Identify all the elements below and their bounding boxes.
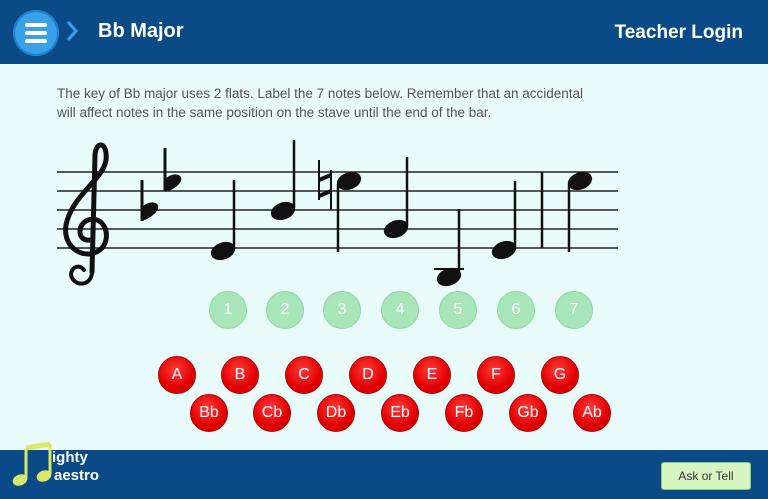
note-button-cb[interactable]: Cb [253,394,291,432]
note-button-db[interactable]: Db [317,394,355,432]
note-button-gb[interactable]: Gb [509,394,547,432]
mighty-maestro-logo: THE ighty aestro [12,441,99,486]
logo-text: aestro [54,467,99,484]
note-button-g[interactable]: G [541,356,579,394]
note-button-a[interactable]: A [158,356,196,394]
note-button-bb[interactable]: Bb [190,394,228,432]
answer-slot-1[interactable]: 1 [209,291,247,329]
note-button-c[interactable]: C [285,356,323,394]
logo-small-text: THE [28,456,40,462]
note-button-f[interactable]: F [477,356,515,394]
answer-slot-6[interactable]: 6 [497,291,535,329]
answer-slot-5[interactable]: 5 [439,291,477,329]
answer-slot-7[interactable]: 7 [555,291,593,329]
logo-text: ighty [52,449,88,466]
note-button-fb[interactable]: Fb [445,394,483,432]
note-button-d[interactable]: D [349,356,387,394]
note-button-b[interactable]: B [221,356,259,394]
answer-slot-4[interactable]: 4 [381,291,419,329]
answer-slot-2[interactable]: 2 [266,291,304,329]
note-button-ab[interactable]: Ab [573,394,611,432]
treble-clef-icon [63,142,109,286]
ask-or-tell-button[interactable]: Ask or Tell [661,462,751,490]
note-button-eb[interactable]: Eb [381,394,419,432]
notes [210,140,593,287]
note-button-e[interactable]: E [413,356,451,394]
answer-slot-3[interactable]: 3 [323,291,361,329]
